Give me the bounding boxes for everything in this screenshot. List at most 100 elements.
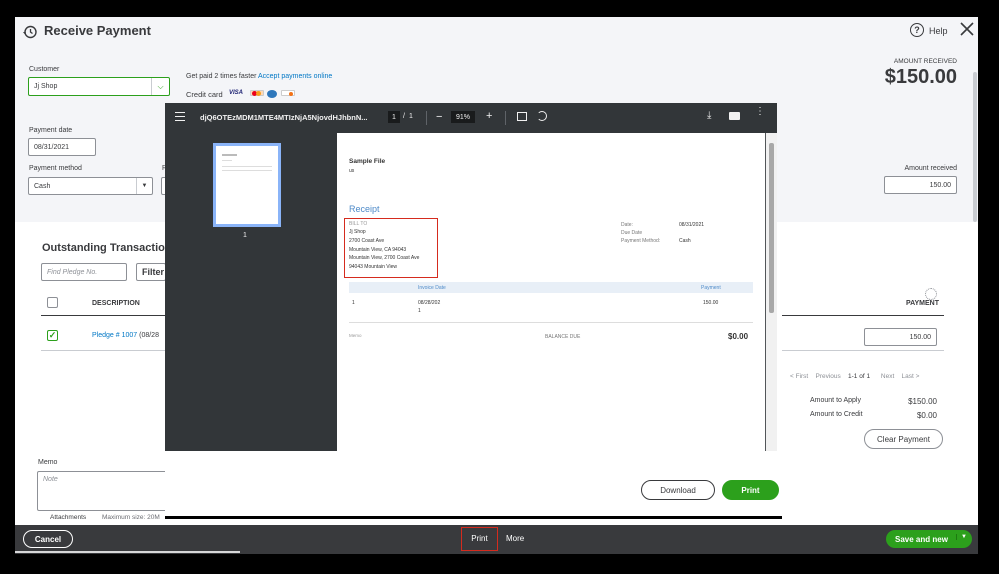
date-label: Date:: [621, 222, 633, 228]
print-icon[interactable]: [729, 112, 740, 120]
date-value: 08/31/2021: [679, 222, 705, 228]
first-page-link[interactable]: < First: [790, 373, 808, 380]
balance-due-value: $0.00: [728, 332, 749, 341]
row-payment-value: 150.00: [909, 333, 931, 341]
amex-icon: [267, 90, 277, 98]
receive-payment-window: Receive Payment ? Help AMOUNT RECEIVED $…: [15, 17, 978, 554]
doc-title: Sample File: [349, 158, 386, 165]
invoice-date-header: Invoice Date: [418, 285, 446, 291]
accept-payments-link[interactable]: Accept payments online: [258, 73, 332, 80]
filter-button[interactable]: Filter: [136, 263, 166, 281]
customer-select[interactable]: Jj Shop ⌵: [28, 77, 170, 96]
history-icon[interactable]: [22, 24, 38, 40]
page-range: 1-1 of 1: [848, 373, 871, 380]
amount-received-field-value: 150.00: [929, 181, 951, 189]
page-thumbnail[interactable]: [213, 143, 281, 227]
promo-label: Get paid 2 times faster: [186, 73, 257, 80]
pledge-date-partial: (08/28: [139, 332, 159, 339]
zoom-in-icon[interactable]: +: [486, 110, 492, 122]
page-number-input[interactable]: 1: [388, 111, 400, 123]
zoom-value: 91%: [455, 113, 470, 121]
filter-label: Filter: [142, 267, 165, 277]
due-date-label: Due Date: [621, 230, 643, 236]
pdf-scrollbar[interactable]: [766, 133, 777, 451]
attachments-max-size: Maximum size: 20M: [102, 514, 160, 521]
caret-down-icon[interactable]: ▼: [136, 178, 152, 194]
fit-page-icon[interactable]: [517, 112, 527, 121]
footer-underline: [15, 551, 240, 553]
amount-to-credit-value: $0.00: [916, 411, 937, 420]
doc-row-divider: [349, 322, 753, 323]
customer-value: Jj Shop: [34, 83, 58, 90]
pdf-toolbar: djQ6OTEzMDM1MTE4MTIzNjA5NjovdHJhbnN... 1…: [165, 103, 777, 133]
footer-more-link[interactable]: More: [506, 534, 524, 543]
memo-label: Memo: [38, 459, 58, 466]
footer-bar: Cancel Print More Save and new ▼: [15, 525, 978, 554]
doc-country: us: [349, 168, 355, 174]
more-options-icon[interactable]: ⋮: [755, 107, 765, 117]
toolbar-divider-1: [426, 111, 427, 125]
previous-page-link[interactable]: Previous: [815, 373, 840, 380]
save-and-new-button[interactable]: Save and new ▼: [886, 530, 972, 548]
download-button[interactable]: Download: [641, 480, 715, 500]
doc-table-header: [349, 282, 753, 293]
payment-date-value: 08/31/2021: [34, 143, 70, 151]
download-icon[interactable]: ⤓: [707, 110, 711, 121]
help-icon[interactable]: ?: [910, 23, 924, 37]
gear-icon[interactable]: [925, 288, 937, 300]
amount-received-input[interactable]: 150.00: [884, 176, 957, 194]
amount-received-label: AMOUNT RECEIVED: [893, 58, 957, 65]
visa-icon: VISA: [229, 90, 244, 96]
row-divider-right: [782, 350, 944, 351]
payment-date-input[interactable]: 08/31/2021: [28, 138, 96, 156]
print-button[interactable]: Print: [722, 480, 779, 500]
row-payment-input[interactable]: 150.00: [864, 328, 937, 346]
page-scrollbar[interactable]: [972, 72, 978, 502]
footer-print-link[interactable]: Print: [461, 534, 498, 543]
row-checkbox[interactable]: ✓: [47, 330, 58, 341]
pdf-page: Sample File us Receipt BILL TO Jj Shop 2…: [337, 133, 765, 451]
cancel-button[interactable]: Cancel: [23, 530, 73, 548]
print-label: Print: [741, 485, 760, 495]
toolbar-divider-2: [505, 111, 506, 125]
payment-method-select[interactable]: Cash ▼: [28, 177, 153, 195]
pdf-filename: djQ6OTEzMDM1MTE4MTIzNjA5NjovdHJhbnN...: [200, 113, 368, 122]
last-page-link[interactable]: Last >: [902, 373, 920, 380]
amount-received-field-label: Amount received: [904, 165, 957, 172]
pdf-dialog-actions: Download Print: [165, 451, 782, 519]
next-page-link[interactable]: Next: [881, 373, 894, 380]
clear-payment-button[interactable]: Clear Payment: [864, 429, 943, 449]
help-link[interactable]: Help: [929, 26, 948, 36]
close-icon[interactable]: [959, 21, 975, 37]
dialog-bottom-border: [165, 516, 782, 519]
select-all-checkbox[interactable]: [47, 297, 58, 308]
doc-receipt-title: Receipt: [349, 204, 380, 214]
menu-icon[interactable]: [175, 112, 185, 121]
page-title: Receive Payment: [44, 23, 151, 38]
save-options-caret-icon[interactable]: ▼: [956, 534, 967, 540]
attachments-label[interactable]: Attachments: [50, 514, 86, 521]
bill-to-line-3: Mountain View, CA 94043: [349, 247, 407, 253]
header-divider-right: [782, 315, 944, 316]
find-pledge-input[interactable]: Find Pledge No.: [41, 263, 127, 281]
payment-method-label: Payment method: [29, 165, 82, 172]
doc-row-number: 1: [352, 300, 355, 306]
zoom-out-icon[interactable]: −: [436, 111, 442, 123]
credit-card-label: Credit card: [186, 90, 223, 99]
pagination: < First Previous 1-1 of 1 Next Last >: [790, 373, 919, 380]
customer-label: Customer: [29, 66, 60, 73]
payment-col-header: Payment: [701, 285, 721, 291]
memo-textarea[interactable]: Note: [37, 471, 167, 511]
discover-icon: [281, 90, 295, 96]
bill-to-line-2: 2700 Coast Ave: [349, 238, 385, 244]
zoom-input[interactable]: 91%: [451, 111, 475, 123]
amount-received-total: $150.00: [884, 66, 957, 88]
bill-to-line-4: Mountain View, 2700 Coast Ave: [349, 255, 420, 261]
description-header: DESCRIPTION: [92, 300, 140, 307]
cancel-label: Cancel: [34, 534, 62, 544]
chevron-down-icon[interactable]: ⌵: [151, 78, 169, 95]
rotate-icon[interactable]: [537, 111, 547, 121]
row-divider: [41, 350, 165, 351]
amount-to-credit-label: Amount to Credit: [810, 411, 863, 418]
pledge-link[interactable]: Pledge # 1007: [92, 332, 137, 339]
